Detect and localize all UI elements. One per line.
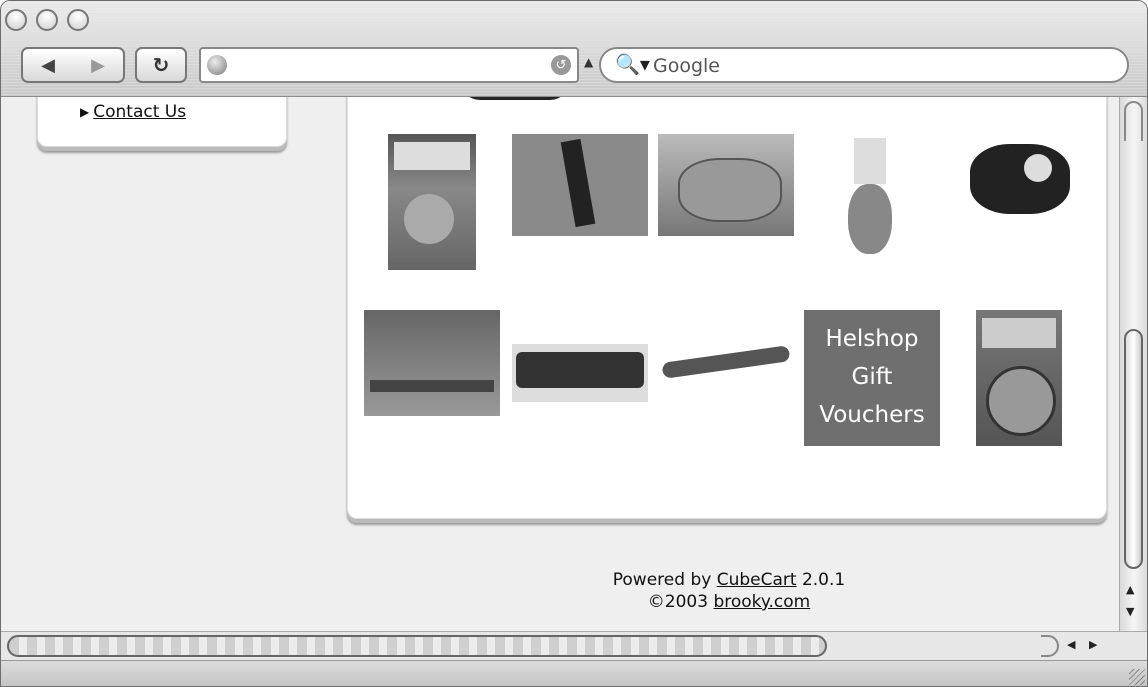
close-window-button[interactable] [5, 9, 27, 31]
product-torque-wrench[interactable] [512, 344, 648, 402]
product-knife-block[interactable] [512, 134, 648, 236]
knife-block-graphic [560, 138, 596, 228]
cow-graphic [848, 184, 892, 254]
copyright-text: ©2003 [647, 592, 714, 612]
hose-gun-graphic [661, 345, 791, 379]
snapback-icon[interactable]: ↺ [551, 55, 571, 75]
product-gift-vouchers[interactable]: Helshop Gift Vouchers [804, 310, 940, 446]
horizontal-scroll-thumb[interactable] [7, 635, 827, 657]
resize-grip-icon[interactable] [1129, 669, 1145, 685]
voucher-line-1: Helshop [825, 326, 919, 352]
voucher-line-2: Gift [851, 364, 893, 390]
product-graphic [404, 194, 454, 244]
reload-icon: ↻ [152, 53, 170, 77]
product-box: Helshop Gift Vouchers [347, 97, 1107, 519]
globe-icon [207, 55, 227, 75]
product-mascara-pack[interactable] [388, 134, 476, 270]
utensils-graphic [854, 138, 886, 184]
search-field[interactable]: 🔍▾ Google [599, 47, 1129, 83]
vertical-scrollbar[interactable]: ▲ ▼ [1119, 97, 1147, 631]
gauge-graphic [1024, 154, 1052, 182]
triangle-bullet-icon: ▶ [80, 105, 90, 119]
page-viewport: ▶ Contact Us Helshop Gift Vouchers Power… [9, 97, 1117, 631]
toolbar: ◀ ▶ ↻ ↺ ▲ 🔍▾ Google [1, 1, 1147, 97]
brooky-link[interactable]: brooky.com [713, 592, 810, 612]
minimize-window-button[interactable] [36, 9, 58, 31]
forward-arrow-icon: ▶ [91, 54, 105, 76]
sidebar-box: ▶ Contact Us [37, 97, 287, 147]
resize-handle-icon[interactable]: ▲ [584, 55, 593, 69]
scroll-up-icon[interactable]: ▲ [1126, 583, 1134, 596]
powered-by-line: Powered by CubeCart 2.0.1 [509, 569, 949, 591]
product-image-partial[interactable] [460, 97, 570, 100]
scroll-track-end [1041, 635, 1059, 657]
product-air-compressor[interactable] [966, 134, 1076, 236]
contact-us-link[interactable]: ▶ Contact Us [80, 102, 186, 122]
compressor-graphic [970, 144, 1070, 214]
back-button[interactable]: ◀ [23, 49, 73, 81]
page-footer: Powered by CubeCart 2.0.1 ©2003 brooky.c… [509, 569, 949, 613]
copyright-line: ©2003 brooky.com [509, 591, 949, 613]
product-saucepan-set[interactable] [658, 134, 794, 236]
horizontal-scrollbar[interactable]: ◀ ▶ [1, 631, 1147, 660]
search-icon[interactable]: 🔍▾ [615, 52, 650, 76]
version-text: 2.0.1 [796, 570, 846, 590]
product-tape-measure[interactable] [976, 310, 1062, 446]
chainsaw-bar-graphic [370, 380, 494, 392]
zoom-window-button[interactable] [67, 9, 89, 31]
forward-button[interactable]: ▶ [73, 49, 123, 81]
vertical-scroll-thumb[interactable] [1124, 329, 1143, 569]
product-cow-kitchen-tool[interactable] [840, 134, 900, 270]
scroll-right-icon[interactable]: ▶ [1089, 638, 1097, 651]
status-bar [1, 660, 1147, 686]
powered-by-text: Powered by [612, 570, 717, 590]
browser-window: ◀ ▶ ↻ ↺ ▲ 🔍▾ Google ▶ Contact Us Helshop… [0, 0, 1148, 687]
product-chainsaw[interactable] [364, 310, 500, 416]
saucepan-graphic [678, 158, 782, 222]
address-field[interactable]: ↺ [199, 47, 579, 83]
scroll-down-icon[interactable]: ▼ [1126, 605, 1134, 618]
contact-us-label[interactable]: Contact Us [93, 102, 186, 122]
tape-measure-graphic [986, 366, 1056, 436]
scroll-track-top [1124, 101, 1143, 141]
package-label [982, 318, 1056, 348]
product-hose-gun[interactable] [658, 338, 794, 386]
search-placeholder: Google [653, 55, 721, 77]
scroll-left-icon[interactable]: ◀ [1067, 638, 1075, 651]
nav-buttons: ◀ ▶ [21, 47, 125, 83]
voucher-line-3: Vouchers [819, 402, 925, 428]
reload-button[interactable]: ↻ [135, 47, 187, 83]
back-arrow-icon: ◀ [41, 54, 55, 76]
package-label [394, 142, 470, 170]
cubecart-link[interactable]: CubeCart [717, 570, 797, 590]
wrench-case-graphic [516, 352, 644, 388]
